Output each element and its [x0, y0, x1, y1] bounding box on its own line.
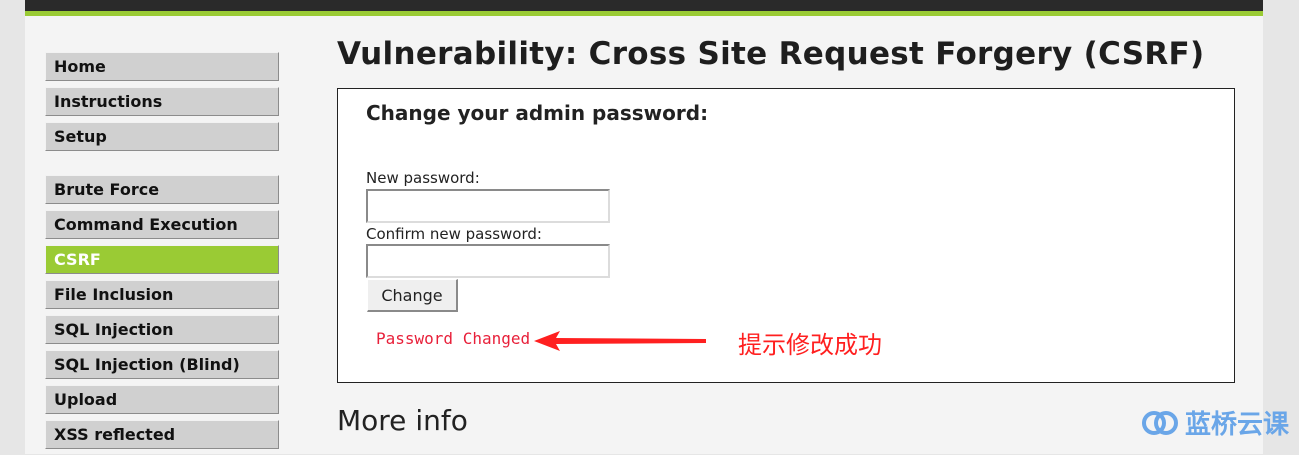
- menu-item-sql-injection[interactable]: SQL Injection: [45, 315, 279, 344]
- lanqiao-logo-icon: [1141, 410, 1178, 435]
- csrf-form-box: Change your admin password: New password…: [337, 88, 1235, 383]
- menu-item-xss-reflected[interactable]: XSS reflected: [45, 420, 279, 449]
- watermark: 蓝桥云课: [1141, 404, 1289, 441]
- menu-item-instructions[interactable]: Instructions: [45, 87, 279, 116]
- menu-group-general: Home Instructions Setup: [45, 52, 279, 151]
- new-password-label: New password:: [366, 169, 480, 187]
- menu-item-home[interactable]: Home: [45, 52, 279, 81]
- menu-item-command-execution[interactable]: Command Execution: [45, 210, 279, 239]
- header-bar: [25, 0, 1263, 11]
- menu-item-upload[interactable]: Upload: [45, 385, 279, 414]
- menu-item-sql-injection-blind[interactable]: SQL Injection (Blind): [45, 350, 279, 379]
- annotation-text: 提示修改成功: [738, 331, 882, 359]
- password-changed-message: Password Changed: [376, 329, 531, 348]
- confirm-password-label: Confirm new password:: [366, 225, 542, 243]
- page-title: Vulnerability: Cross Site Request Forger…: [337, 36, 1205, 72]
- menu-item-file-inclusion[interactable]: File Inclusion: [45, 280, 279, 309]
- new-password-input[interactable]: [366, 189, 610, 223]
- red-arrow-annotation: [534, 331, 706, 351]
- main-content: Vulnerability: Cross Site Request Forger…: [337, 36, 1237, 437]
- dvwa-page: Home Instructions Setup Brute Force Comm…: [25, 0, 1263, 454]
- header-accent-line: [25, 11, 1263, 16]
- change-button[interactable]: Change: [367, 279, 458, 312]
- more-info-heading: More info: [337, 404, 468, 437]
- menu-item-brute-force[interactable]: Brute Force: [45, 175, 279, 204]
- sidebar-menu: Home Instructions Setup Brute Force Comm…: [45, 52, 279, 455]
- menu-item-setup[interactable]: Setup: [45, 122, 279, 151]
- menu-group-vulnerabilities: Brute Force Command Execution CSRF File …: [45, 175, 279, 449]
- menu-item-csrf[interactable]: CSRF: [45, 245, 279, 274]
- watermark-text: 蓝桥云课: [1184, 410, 1289, 440]
- confirm-password-input[interactable]: [366, 244, 610, 278]
- form-heading: Change your admin password:: [366, 101, 709, 125]
